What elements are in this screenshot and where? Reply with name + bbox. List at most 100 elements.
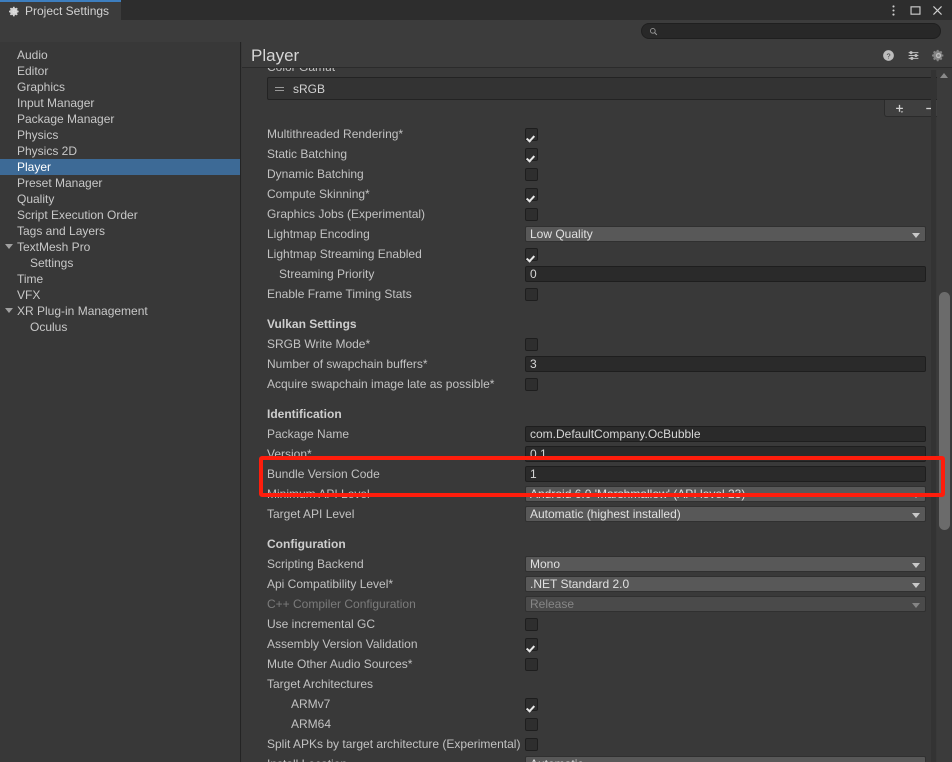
checkbox-lightmap-streaming-enabled[interactable] — [525, 247, 538, 261]
row-number-of-swapchain-buffers: Number of swapchain buffers* 3 — [242, 354, 936, 374]
checkbox-graphics-jobs-experimental[interactable] — [525, 207, 538, 221]
panel-header: Player ? — [242, 42, 952, 68]
maximize-icon[interactable] — [909, 4, 922, 17]
dropdown-scripting-backend[interactable]: Mono — [525, 556, 926, 572]
checkbox-dynamic-batching[interactable] — [525, 167, 538, 181]
list-item[interactable]: sRGB — [268, 78, 944, 99]
sidebar-item-tags-and-layers[interactable]: Tags and Layers — [0, 223, 240, 239]
label-color-gamut: Color Gamut — [267, 68, 525, 74]
checkbox-use-incremental-gc[interactable] — [525, 617, 538, 631]
input-streaming-priority[interactable]: 0 — [525, 266, 926, 282]
tab-project-settings[interactable]: Project Settings — [0, 0, 122, 20]
row-static-batching: Static Batching — [242, 144, 936, 164]
checkbox-compute-skinning[interactable] — [525, 187, 538, 201]
row-enable-frame-timing-stats: Enable Frame Timing Stats — [242, 284, 936, 304]
label-use-incremental-gc: Use incremental GC — [267, 617, 376, 631]
input-number-of-swapchain-buffers[interactable]: 3 — [525, 356, 926, 372]
checkbox-enable-frame-timing-stats[interactable] — [525, 287, 538, 301]
sidebar-item-input-manager[interactable]: Input Manager — [0, 95, 240, 111]
row-package-name: Package Name com.DefaultCompany.OcBubble — [242, 424, 936, 444]
drag-handle-icon[interactable] — [275, 86, 284, 92]
add-icon[interactable] — [893, 102, 906, 115]
sidebar-item-physics[interactable]: Physics — [0, 127, 240, 143]
input-package-name[interactable]: com.DefaultCompany.OcBubble — [525, 426, 926, 442]
player-settings-panel: Player ? Color GamutsRGBMult — [242, 42, 952, 762]
input-version[interactable]: 0.1 — [525, 446, 926, 462]
sidebar-item-audio[interactable]: Audio — [0, 47, 240, 63]
label-minimum-api-level: Minimum API Level — [267, 487, 370, 501]
row-arm64: ARM64 — [242, 714, 936, 734]
sidebar-item-label: Physics 2D — [17, 144, 78, 158]
dropdown-value: Automatic (highest installed) — [530, 507, 681, 521]
inspector-scroll-area: Color Gamut sRGB Multithreaded Rendering* S… — [242, 68, 952, 762]
checkbox-split-apks-by-target-architecture-experimental[interactable] — [525, 737, 538, 751]
checkbox-static-batching[interactable] — [525, 147, 538, 161]
sidebar-item-label: Preset Manager — [17, 176, 103, 190]
sidebar-item-vfx[interactable]: VFX — [0, 287, 240, 303]
expand-triangle-icon[interactable] — [5, 244, 13, 249]
sidebar-item-time[interactable]: Time — [0, 271, 240, 287]
sidebar-item-textmesh-pro[interactable]: TextMesh Pro — [0, 239, 240, 255]
scroll-up-arrow-icon[interactable] — [940, 73, 948, 78]
checkbox-armv7[interactable] — [525, 697, 538, 711]
input-bundle-version-code[interactable]: 1 — [525, 466, 926, 482]
checkbox-srgb-write-mode[interactable] — [525, 337, 538, 351]
sidebar-item-label: Audio — [17, 48, 48, 62]
sidebar-item-graphics[interactable]: Graphics — [0, 79, 240, 95]
input-value: 1 — [530, 467, 537, 481]
row-c-compiler-configuration: C++ Compiler Configuration Release — [242, 594, 936, 614]
row-api-compatibility-level: Api Compatibility Level* .NET Standard 2.… — [242, 574, 936, 594]
expand-triangle-icon[interactable] — [5, 308, 13, 313]
row-version: Version* 0.1 — [242, 444, 936, 464]
color-gamut-list: sRGB — [267, 77, 945, 100]
sidebar-item-oculus[interactable]: Oculus — [0, 319, 240, 335]
label-c-compiler-configuration: C++ Compiler Configuration — [267, 597, 416, 611]
chevron-down-icon — [912, 563, 920, 568]
dropdown-minimum-api-level[interactable]: Android 6.0 'Marshmallow' (API level 23) — [525, 486, 926, 502]
sidebar-item-quality[interactable]: Quality — [0, 191, 240, 207]
help-icon[interactable]: ? — [882, 49, 895, 62]
row-bundle-version-code: Bundle Version Code 1 — [242, 464, 936, 484]
search-input[interactable] — [658, 25, 940, 37]
sidebar-item-physics-2d[interactable]: Physics 2D — [0, 143, 240, 159]
inner-scrollbar[interactable] — [931, 70, 936, 762]
sidebar-item-settings[interactable]: Settings — [0, 255, 240, 271]
sidebar-item-package-manager[interactable]: Package Manager — [0, 111, 240, 127]
label-package-name: Package Name — [267, 427, 350, 441]
dropdown-api-compatibility-level[interactable]: .NET Standard 2.0 — [525, 576, 926, 592]
preset-icon[interactable] — [907, 49, 920, 62]
row-use-incremental-gc: Use incremental GC — [242, 614, 936, 634]
sidebar-item-xr-plug-in-management[interactable]: XR Plug-in Management — [0, 303, 240, 319]
checkbox-arm64[interactable] — [525, 717, 538, 731]
label-arm64: ARM64 — [291, 717, 332, 731]
row-lightmap-streaming-enabled: Lightmap Streaming Enabled — [242, 244, 936, 264]
checkbox-multithreaded-rendering[interactable] — [525, 127, 538, 141]
sidebar-item-label: Settings — [30, 256, 74, 270]
label-mute-other-audio-sources: Mute Other Audio Sources* — [267, 657, 413, 671]
dropdown-lightmap-encoding[interactable]: Low Quality — [525, 226, 926, 242]
list-item-label: sRGB — [293, 81, 326, 96]
checkbox-assembly-version-validation[interactable] — [525, 637, 538, 651]
checkbox-acquire-swapchain-image-late-as-possible[interactable] — [525, 377, 538, 391]
close-icon[interactable] — [931, 4, 944, 17]
search-box[interactable] — [641, 23, 941, 39]
vertical-scrollbar[interactable] — [937, 70, 951, 762]
dropdown-value: Low Quality — [530, 227, 593, 241]
row-minimum-api-level: Minimum API Level Android 6.0 'Marshmallo… — [242, 484, 936, 504]
sidebar-item-editor[interactable]: Editor — [0, 63, 240, 79]
scrollbar-thumb[interactable] — [939, 292, 950, 530]
dropdown-target-api-level[interactable]: Automatic (highest installed) — [525, 506, 926, 522]
sidebar-item-script-execution-order[interactable]: Script Execution Order — [0, 207, 240, 223]
sidebar-item-label: Package Manager — [17, 112, 115, 126]
settings-category-sidebar: Audio Editor Graphics Input Manager Package … — [0, 42, 241, 762]
more-vertical-icon[interactable] — [887, 4, 900, 17]
sidebar-item-preset-manager[interactable]: Preset Manager — [0, 175, 240, 191]
label-scripting-backend: Scripting Backend — [267, 557, 364, 571]
dropdown-install-location[interactable]: Automatic — [525, 756, 926, 762]
gear-icon[interactable] — [932, 49, 945, 62]
sidebar-item-player[interactable]: Player — [0, 159, 240, 175]
input-value: 0 — [530, 267, 537, 281]
label-target-architectures: Target Architectures — [267, 677, 374, 691]
checkbox-mute-other-audio-sources[interactable] — [525, 657, 538, 671]
